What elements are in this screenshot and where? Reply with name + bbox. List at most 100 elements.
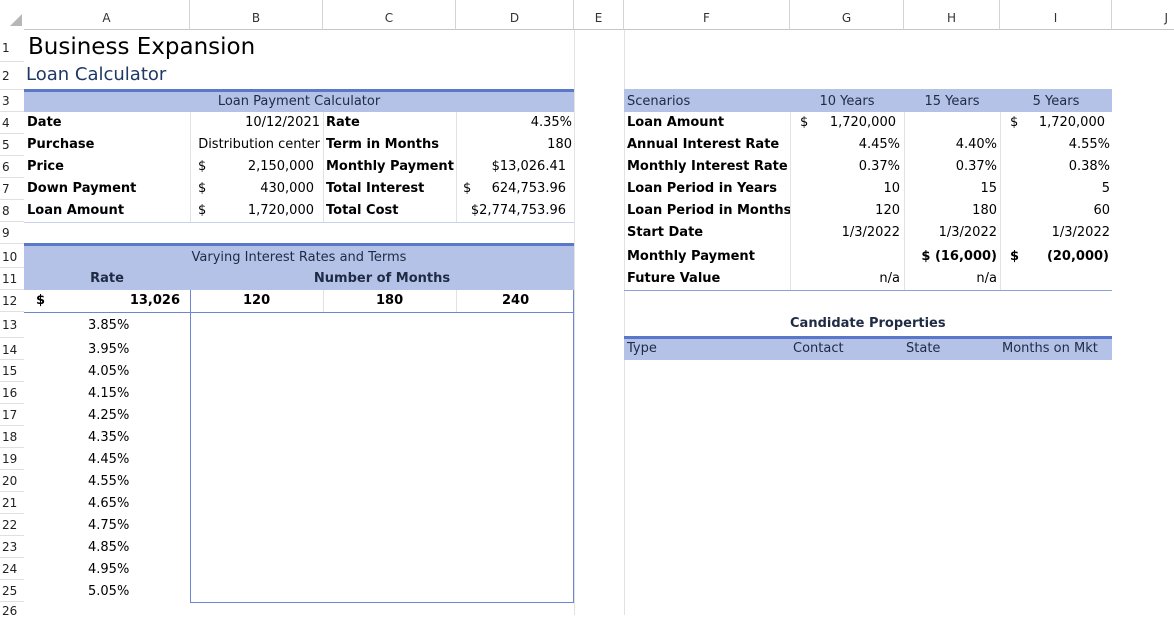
loan-years-label[interactable]: Loan Period in Years [627, 181, 777, 196]
row-header-3[interactable]: 3 [0, 90, 24, 112]
row-header-21[interactable]: 21 [0, 492, 24, 514]
scenario-5-years[interactable]: 5 Years [1000, 93, 1112, 111]
loan-months-5[interactable]: 60 [1000, 203, 1110, 218]
row-header-25[interactable]: 25 [0, 580, 24, 602]
row-header-16[interactable]: 16 [0, 382, 24, 404]
row-header-15[interactable]: 15 [0, 360, 24, 382]
column-header-d[interactable]: D [456, 0, 574, 30]
scenario-loan-10[interactable]: 1,720,000 [810, 115, 896, 130]
row-header-26[interactable]: 26 [0, 602, 24, 618]
loan-years-5[interactable]: 5 [1000, 181, 1110, 196]
select-all-corner[interactable] [0, 0, 24, 30]
monthly-rate-10[interactable]: 0.37% [790, 159, 900, 174]
total-cost-value[interactable]: $2,774,753.96 [456, 203, 566, 218]
loan-months-15[interactable]: 180 [904, 203, 997, 218]
rate-4.85[interactable]: 4.85% [88, 540, 129, 555]
payment-value[interactable]: 13,026 [60, 293, 180, 308]
properties-contact-header[interactable]: Contact [793, 341, 844, 356]
row-header-19[interactable]: 19 [0, 448, 24, 470]
properties-months-header[interactable]: Months on Mkt [1002, 341, 1098, 356]
row-header-2[interactable]: 2 [0, 62, 24, 90]
start-date-15[interactable]: 1/3/2022 [904, 225, 997, 240]
row-header-7[interactable]: 7 [0, 178, 24, 200]
rate-4.95[interactable]: 4.95% [88, 562, 129, 577]
date-label[interactable]: Date [27, 115, 62, 130]
row-header-1[interactable]: 1 [0, 30, 24, 62]
row-header-24[interactable]: 24 [0, 558, 24, 580]
monthly-rate-label[interactable]: Monthly Interest Rate [627, 159, 788, 174]
column-header-g[interactable]: G [790, 0, 904, 30]
column-header-c[interactable]: C [323, 0, 456, 30]
rate-column-header[interactable]: Rate [24, 271, 190, 286]
column-header-i[interactable]: I [1000, 0, 1112, 30]
annual-rate-5[interactable]: 4.55% [1000, 137, 1110, 152]
rate-4.15[interactable]: 4.15% [88, 386, 129, 401]
row-header-12[interactable]: 12 [0, 290, 24, 312]
scenario-15-years[interactable]: 15 Years [904, 93, 1000, 111]
varying-header[interactable]: Varying Interest Rates and Terms [24, 249, 574, 267]
column-header-j[interactable]: J [1112, 0, 1174, 30]
term-120[interactable]: 120 [243, 293, 270, 308]
column-header-h[interactable]: H [904, 0, 1000, 30]
row-header-13[interactable]: 13 [0, 312, 24, 338]
rate-4.25[interactable]: 4.25% [88, 408, 129, 423]
sheet-subtitle[interactable]: Loan Calculator [26, 64, 166, 86]
loan-calc-header[interactable]: Loan Payment Calculator [24, 93, 574, 111]
rate-label[interactable]: Rate [326, 115, 360, 130]
rate-4.65[interactable]: 4.65% [88, 496, 129, 511]
loan-amount-value[interactable]: 1,720,000 [210, 203, 314, 218]
total-interest-label[interactable]: Total Interest [326, 181, 424, 196]
loan-amount-label[interactable]: Loan Amount [27, 203, 124, 218]
purchase-value[interactable]: Distribution center [186, 137, 320, 152]
future-value-15[interactable]: n/a [904, 271, 997, 286]
row-header-4[interactable]: 4 [0, 112, 24, 134]
total-cost-label[interactable]: Total Cost [326, 203, 398, 218]
rate-3.95[interactable]: 3.95% [88, 342, 129, 357]
start-date-label[interactable]: Start Date [627, 225, 703, 240]
monthly-payment-label[interactable]: Monthly Payment [326, 159, 454, 174]
term-240[interactable]: 240 [502, 293, 529, 308]
column-header-f[interactable]: F [624, 0, 790, 30]
scenario-10-years[interactable]: 10 Years [790, 93, 904, 111]
monthly-rate-15[interactable]: 0.37% [904, 159, 997, 174]
row-header-14[interactable]: 14 [0, 338, 24, 360]
row-header-20[interactable]: 20 [0, 470, 24, 492]
row-header-9[interactable]: 9 [0, 222, 24, 244]
loan-years-15[interactable]: 15 [904, 181, 997, 196]
annual-rate-10[interactable]: 4.45% [790, 137, 900, 152]
row-header-5[interactable]: 5 [0, 134, 24, 156]
price-label[interactable]: Price [27, 159, 64, 174]
annual-rate-label[interactable]: Annual Interest Rate [627, 137, 779, 152]
term-label[interactable]: Term in Months [326, 137, 439, 152]
monthly-rate-5[interactable]: 0.38% [1000, 159, 1110, 174]
number-of-months-header[interactable]: Number of Months [190, 271, 574, 286]
term-180[interactable]: 180 [376, 293, 403, 308]
monthly-payment-value[interactable]: $13,026.41 [456, 159, 566, 174]
row-header-8[interactable]: 8 [0, 200, 24, 222]
scenario-loan-5[interactable]: 1,720,000 [1020, 115, 1105, 130]
scenario-loan-amount-label[interactable]: Loan Amount [627, 115, 724, 130]
row-header-6[interactable]: 6 [0, 156, 24, 178]
row-header-11[interactable]: 11 [0, 268, 24, 290]
start-date-5[interactable]: 1/3/2022 [1000, 225, 1110, 240]
future-value-label[interactable]: Future Value [627, 271, 720, 286]
down-payment-label[interactable]: Down Payment [27, 181, 136, 196]
sheet-title[interactable]: Business Expansion [28, 33, 255, 61]
properties-type-header[interactable]: Type [627, 341, 657, 356]
row-header-10[interactable]: 10 [0, 244, 24, 268]
row-header-23[interactable]: 23 [0, 536, 24, 558]
rate-value[interactable]: 4.35% [456, 115, 572, 130]
rate-3.85[interactable]: 3.85% [88, 318, 129, 333]
row-header-18[interactable]: 18 [0, 426, 24, 448]
rate-4.35[interactable]: 4.35% [88, 430, 129, 445]
rate-4.75[interactable]: 4.75% [88, 518, 129, 533]
scenarios-header[interactable]: Scenarios [627, 93, 690, 111]
scenario-payment-5[interactable]: (20,000) [1020, 249, 1109, 264]
scenario-payment-label[interactable]: Monthly Payment [627, 249, 755, 264]
column-header-e[interactable]: E [574, 0, 624, 30]
annual-rate-15[interactable]: 4.40% [904, 137, 997, 152]
price-value[interactable]: 2,150,000 [210, 159, 314, 174]
column-header-b[interactable]: B [190, 0, 323, 30]
row-header-17[interactable]: 17 [0, 404, 24, 426]
future-value-10[interactable]: n/a [790, 271, 900, 286]
